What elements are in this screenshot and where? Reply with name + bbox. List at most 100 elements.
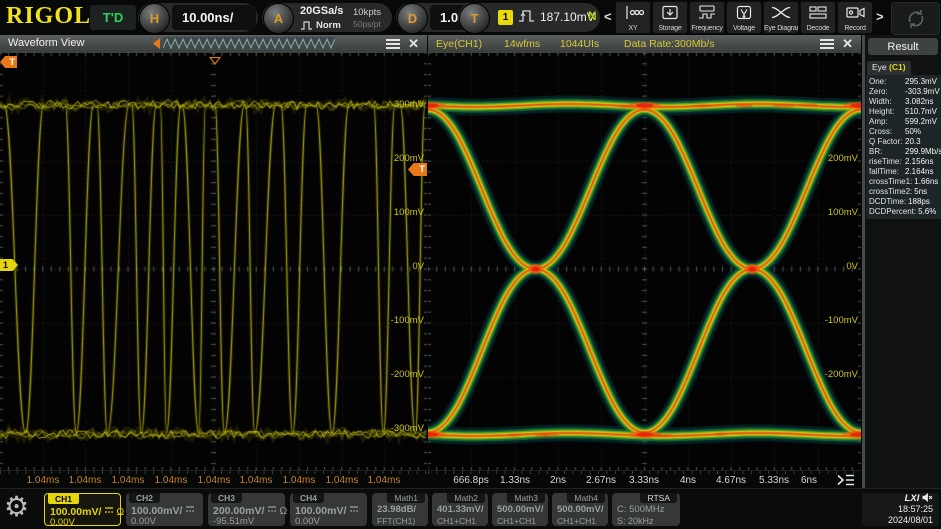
math3-box[interactable]: Math3 500.00mV/ CH1+CH1 [492, 493, 548, 526]
channel4-box[interactable]: CH4 100.00mV/ 0.00V [290, 493, 367, 527]
oscilloscope-screen: RIGOL T'D H 10.00ns/ A 20GSa/s Norm 10kp… [0, 0, 941, 529]
measurement-row: DCDTime: 188ps [869, 197, 930, 206]
waveform-preview-strip[interactable] [163, 37, 335, 50]
rtsa-box[interactable]: RTSA C: 500MHz S: 20kHz [612, 493, 680, 526]
tool-voltage[interactable]: Voltage [726, 1, 762, 34]
math4-box[interactable]: Math4 500.00mV/ CH1+CH1 [552, 493, 608, 526]
result-button[interactable]: Result [868, 38, 938, 55]
measurement-row: crossTime1: 1.66ns [869, 177, 939, 186]
wf-volt-label: 100mV [393, 207, 424, 218]
measurement-row: Height: 510.7mV [869, 107, 938, 116]
waveform-grid[interactable]: 300mV 200mV 100mV 0V -100mV -200mV -300m… [0, 53, 427, 470]
memory-depth: 10kpts [353, 7, 381, 18]
trigger-slope-icon [518, 8, 535, 29]
measurement-row: Q Factor: 20.3 [869, 137, 921, 146]
decode-icon [809, 6, 827, 19]
wf-time-label: 1.04ms [111, 475, 145, 486]
sample-resolution: 50ps/pt [353, 19, 381, 29]
waveform-menu-icon[interactable] [386, 39, 400, 49]
bottom-bar: ⚙ CH1 100.00mV/Ω 0.00V CH2 100.00mV/ 0.0… [0, 488, 941, 529]
voltage-icon [736, 5, 752, 20]
wf-time-label: 1.04ms [282, 475, 316, 486]
measurement-row: DCDPercent: 5.6% [869, 207, 937, 216]
measurement-row: Amp: 599.2mV [869, 117, 938, 126]
self-test-button[interactable] [891, 2, 940, 35]
clock-time: 18:57:25 [897, 504, 933, 514]
preview-back-icon[interactable] [152, 38, 161, 52]
trigger-level: 187.10mV [540, 10, 595, 24]
toolbar-scroll-right[interactable]: > [876, 9, 884, 24]
toolbar-scroll-left[interactable]: < [604, 9, 612, 24]
wf-time-label: 1.04ms [325, 475, 359, 486]
waveform-time-axis: 1.04ms 1.04ms 1.04ms 1.04ms 1.04ms 1.04m… [0, 470, 427, 489]
wf-time-label: 1.04ms [239, 475, 273, 486]
result-tab-eye[interactable]: Eye (C1) [867, 61, 911, 75]
tool-frequency[interactable]: Frequency [689, 1, 725, 34]
trigger-sweep: N [588, 9, 597, 23]
trigger-source-badge[interactable]: 1 [498, 10, 513, 25]
eye-wfms: 14wfms [504, 38, 541, 50]
delay-knob[interactable]: D [397, 3, 428, 34]
eye-grid[interactable]: 200mV 100mV 0V -100mV -200mV [428, 53, 861, 470]
waveform-display[interactable] [0, 53, 427, 470]
wf-time-label: 1.04ms [154, 475, 188, 486]
measurement-row: crossTime2: 5ns [869, 187, 928, 196]
measurement-row: riseTime: 2.156ns [869, 157, 934, 166]
channel3-box[interactable]: CH3 200.00mV/Ω -95.51mV [208, 493, 287, 527]
eye-time-label: 6ns [800, 475, 818, 486]
refresh-icon [908, 9, 923, 28]
eye-uis: 1044UIs [560, 38, 600, 50]
wf-volt-label: 300mV [393, 99, 424, 110]
eye-data-rate: Data Rate:300Mb/s [624, 38, 715, 50]
wf-time-label: 1.04ms [367, 475, 401, 486]
measurement-row: fallTime: 2.164ns [869, 167, 934, 176]
eye-panel-header[interactable]: Eye(CH1) 14wfms 1044UIs Data Rate:300Mb/… [428, 35, 861, 54]
waveform-close-icon[interactable]: ✕ [408, 36, 419, 52]
tool-xy[interactable]: XY [615, 1, 651, 34]
tool-record[interactable]: Record [837, 1, 873, 34]
dc-coupling-icon [349, 504, 359, 516]
speaker-muted-icon [922, 492, 933, 503]
horizontal-scale[interactable]: 10.00ns/ [172, 5, 256, 30]
record-icon [846, 7, 865, 18]
eye-volt-label: -200mV [824, 369, 858, 380]
channel2-box[interactable]: CH2 100.00mV/ 0.00V [126, 493, 203, 527]
result-panel: Result Eye (C1) One: 295.3mV Zero: -303.9m… [862, 35, 941, 488]
dc-coupling-icon [185, 504, 195, 516]
channel1-box[interactable]: CH1 100.00mV/Ω 0.00V [44, 493, 124, 528]
eye-close-icon[interactable]: ✕ [842, 36, 853, 52]
wf-volt-label: 0V [412, 261, 424, 272]
dc-coupling-icon [104, 505, 114, 517]
math1-box[interactable]: Math1 23.98dB/ FFT(CH1) [372, 493, 428, 526]
wf-time-label: 1.04ms [197, 475, 231, 486]
eye-volt-label: 0V [846, 261, 858, 272]
measurement-row: One: 295.3mV [869, 77, 938, 86]
settings-gear-icon[interactable]: ⚙ [4, 490, 29, 523]
tool-decode[interactable]: Decode [800, 1, 836, 34]
acquire-knob[interactable]: A [263, 3, 294, 34]
eye-menu-icon[interactable] [820, 39, 834, 49]
trigger-status-badge: T'D [90, 5, 136, 30]
wf-volt-label: -100mV [390, 315, 424, 326]
measurement-row: Cross: 50% [869, 127, 922, 136]
dc-coupling-icon [267, 504, 277, 516]
horizontal-knob[interactable]: H [139, 3, 170, 34]
tool-storage[interactable]: Storage [652, 1, 688, 34]
waveform-view-title: Waveform View [8, 37, 85, 49]
sample-rate: 20GSa/s [300, 5, 344, 17]
trigger-knob[interactable]: T [459, 3, 490, 34]
trigger-position-marker[interactable] [208, 52, 222, 70]
frequency-icon [699, 5, 715, 19]
math2-box[interactable]: Math2 401.33mV/ CH1+CH1 [432, 493, 488, 526]
eye-title: Eye(CH1) [436, 38, 483, 50]
system-status-box[interactable]: LXI 18:57:25 2024/08/01 [862, 492, 939, 526]
clock-date: 2024/08/01 [887, 515, 933, 525]
tool-eye-diagram[interactable]: Eye Diagram [763, 1, 799, 34]
eye-diagram-display[interactable] [428, 53, 861, 470]
storage-icon [662, 5, 678, 20]
wf-volt-label: -200mV [390, 369, 424, 380]
acq-mode-icon [300, 18, 313, 36]
lxi-label: LXI [904, 493, 920, 504]
wf-time-label: 1.04ms [68, 475, 102, 486]
measurement-row: Width: 3.082ns [869, 97, 934, 106]
